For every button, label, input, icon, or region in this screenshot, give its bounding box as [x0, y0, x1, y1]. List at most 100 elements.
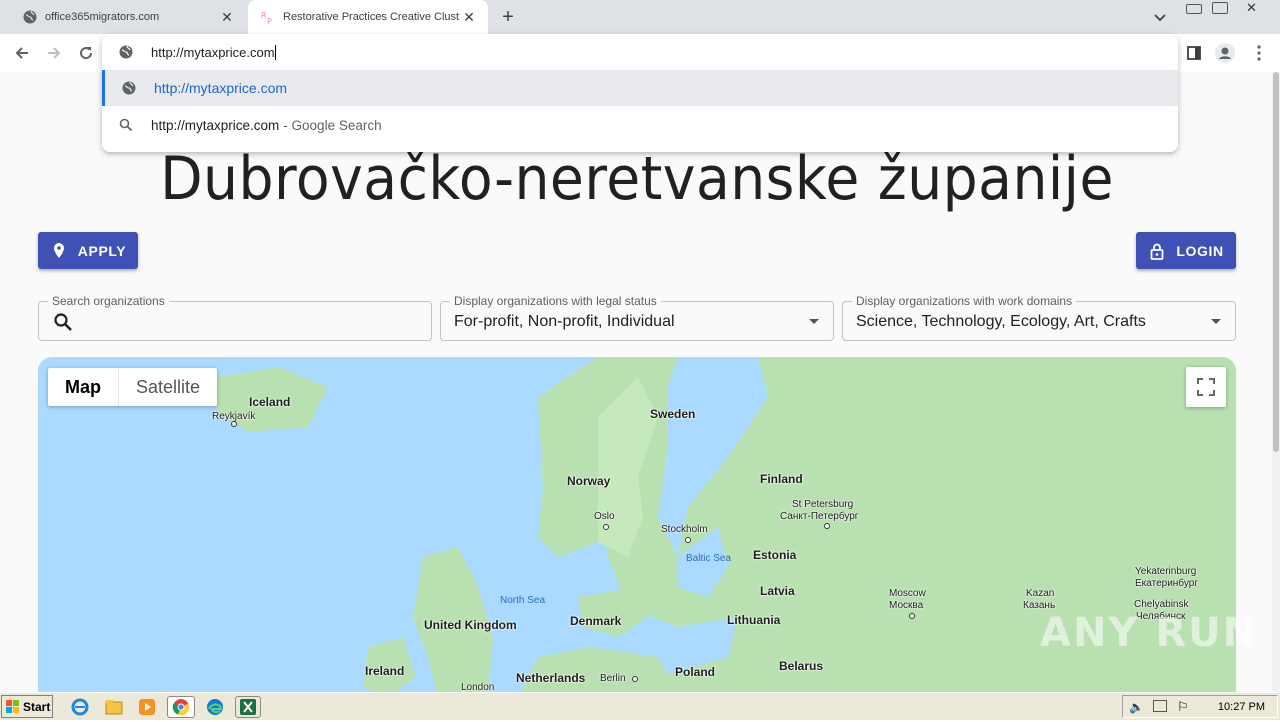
work-domains-label: Display organizations with work domains: [852, 294, 1077, 308]
work-domains-select[interactable]: Display organizations with work domains …: [842, 294, 1236, 341]
chrome-taskbar-button[interactable]: [167, 696, 195, 718]
map-label: Moscow: [889, 588, 926, 599]
reload-icon[interactable]: [75, 42, 97, 64]
city-dot: [603, 524, 609, 530]
internet-explorer-icon[interactable]: [70, 697, 90, 717]
login-button[interactable]: LOGIN: [1136, 232, 1236, 269]
map-label: Finland: [760, 472, 803, 486]
map-label: Екатеринбург: [1135, 578, 1198, 589]
file-explorer-icon[interactable]: [104, 697, 124, 717]
legal-status-label: Display organizations with legal status: [450, 294, 661, 308]
apply-button[interactable]: APPLY: [38, 232, 138, 269]
dropdown-arrow-icon[interactable]: [809, 319, 819, 324]
start-button[interactable]: Start: [1, 695, 53, 718]
dropdown-arrow-icon[interactable]: [1211, 319, 1221, 324]
page-heading: Dubrovačko-neretvanske županije: [160, 144, 1114, 214]
start-label: Start: [23, 699, 51, 714]
excel-taskbar-button[interactable]: [235, 696, 261, 718]
chrome-icon: [172, 699, 190, 716]
fullscreen-icon: [1197, 378, 1215, 396]
map-label: Poland: [675, 665, 716, 679]
volume-icon[interactable]: 🔈: [1129, 700, 1144, 714]
map-label: St Petersburg: [792, 499, 854, 510]
map-label: Lithuania: [727, 613, 781, 627]
map-label: Belarus: [779, 659, 824, 673]
web-page: Dubrovačko-neretvanske županije APPLY LO…: [0, 72, 1280, 692]
map-label: Stockholm: [661, 524, 708, 535]
map-label: North Sea: [500, 595, 546, 606]
suggestion-url: http://mytaxprice.com: [154, 80, 288, 96]
close-tab-icon[interactable]: ✕: [462, 10, 476, 24]
map-label: Ireland: [365, 664, 405, 678]
map-label: Iceland: [249, 395, 291, 409]
map-label: London: [461, 682, 495, 692]
network-icon[interactable]: [1153, 700, 1167, 712]
more-menu-icon[interactable]: [1248, 42, 1270, 64]
svg-text:P: P: [267, 17, 272, 24]
tab-title: office365migrators.com: [45, 11, 160, 23]
search-icon: [119, 118, 133, 132]
map-label: Yekaterinburg: [1135, 566, 1197, 577]
globe-icon: [22, 9, 38, 25]
omnibox-suggestion[interactable]: http://mytaxprice.com: [102, 70, 1178, 106]
map-label: Москва: [889, 600, 924, 611]
tab-office365migrators[interactable]: office365migrators.com ✕: [0, 0, 246, 34]
anyrun-watermark: ANY RUN: [1040, 610, 1259, 656]
windows-logo-icon: [6, 699, 19, 713]
city-dot: [231, 421, 237, 427]
city-dot: [685, 537, 691, 543]
globe-icon: [122, 81, 136, 95]
side-panel-icon[interactable]: [1183, 42, 1205, 64]
legal-status-select[interactable]: Display organizations with legal status …: [440, 294, 834, 341]
map-label: Norway: [567, 474, 611, 488]
map-label: Oslo: [594, 511, 615, 522]
suggestion-query: http://mytaxprice.com: [151, 117, 280, 133]
windows-taskbar: Start 🔈 ⚐ 10:27 PM: [0, 692, 1280, 720]
login-button-label: LOGIN: [1176, 242, 1224, 259]
minimize-icon[interactable]: [1186, 4, 1202, 14]
map-type-control: Map Satellite: [48, 368, 218, 406]
city-dot: [824, 523, 830, 529]
map-label: Netherlands: [516, 671, 586, 685]
fullscreen-button[interactable]: [1186, 367, 1226, 407]
tab-strip: office365migrators.com ✕ RP Restorative …: [0, 0, 1280, 34]
legal-status-value: For-profit, Non-profit, Individual: [454, 313, 675, 330]
profile-avatar-icon[interactable]: [1214, 42, 1236, 64]
page-scrollbar-thumb[interactable]: [1273, 72, 1279, 452]
restore-icon[interactable]: [1212, 2, 1228, 14]
search-organizations-field[interactable]: Search organizations: [38, 294, 432, 341]
clock: 10:27 PM: [1217, 701, 1265, 713]
city-dot: [632, 676, 638, 682]
map-type-satellite-button[interactable]: Satellite: [119, 368, 217, 406]
back-icon[interactable]: [11, 42, 33, 64]
close-tab-icon[interactable]: ✕: [220, 10, 234, 24]
address-bar[interactable]: http://mytaxprice.com: [102, 34, 1178, 70]
location-pin-icon: [53, 242, 64, 258]
flag-icon[interactable]: ⚐: [1177, 699, 1189, 715]
excel-icon: [240, 699, 256, 715]
globe-icon: [119, 45, 133, 59]
map-label: Kazan: [1026, 588, 1055, 599]
omnibox-suggestion[interactable]: http://mytaxprice.com - Google Search: [102, 107, 1178, 143]
rp-favicon-icon: RP: [260, 9, 276, 25]
work-domains-value: Science, Technology, Ecology, Art, Craft…: [856, 313, 1146, 330]
map-label: Baltic Sea: [686, 553, 732, 564]
suggestion-suffix: - Google Search: [283, 117, 382, 133]
new-tab-icon[interactable]: +: [499, 7, 517, 27]
forward-icon[interactable]: [43, 42, 65, 64]
search-organizations-label: Search organizations: [48, 294, 169, 308]
city-dot: [909, 613, 915, 619]
address-bar-input[interactable]: http://mytaxprice.com: [151, 45, 275, 60]
map-label: Sweden: [650, 407, 696, 421]
map-label: Latvia: [760, 584, 795, 598]
chevron-down-icon[interactable]: [1152, 9, 1168, 25]
close-window-icon[interactable]: ✕: [1246, 0, 1257, 16]
map-type-map-button[interactable]: Map: [48, 368, 119, 406]
edge-icon[interactable]: [205, 697, 225, 717]
lock-icon: [1150, 243, 1164, 260]
map-label: United Kingdom: [424, 618, 517, 632]
map-label: Berlin: [600, 673, 626, 684]
media-player-icon[interactable]: [137, 697, 157, 717]
map-label: Chelyabinsk: [1134, 599, 1189, 610]
tab-restorative-practices[interactable]: RP Restorative Practices Creative Clust …: [248, 0, 488, 34]
